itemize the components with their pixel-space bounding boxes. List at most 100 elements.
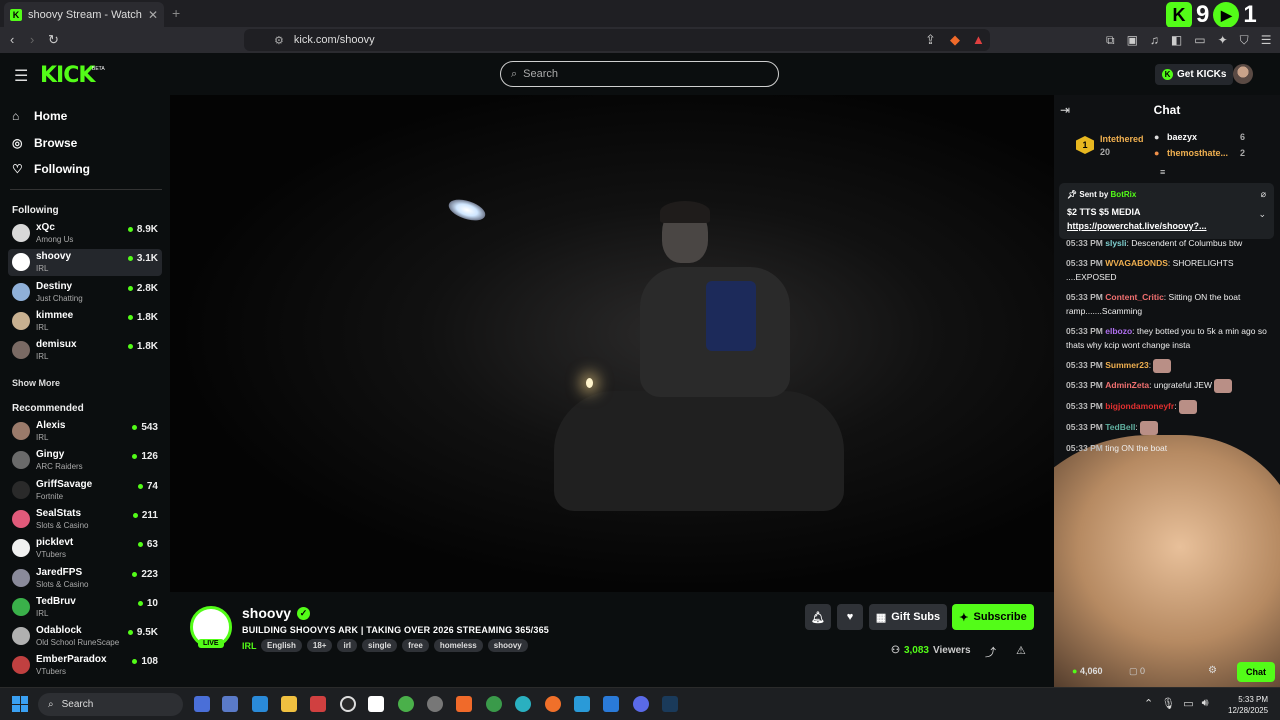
taskbar-app-icon[interactable] bbox=[222, 696, 238, 712]
taskbar-app-icon[interactable] bbox=[427, 696, 443, 712]
taskbar-app-icon[interactable] bbox=[340, 696, 356, 712]
firefox-icon[interactable] bbox=[545, 696, 561, 712]
pinned-message-link[interactable]: https://powerchat.live/shoovy?... bbox=[1067, 221, 1207, 231]
stream-tag[interactable]: 18+ bbox=[306, 639, 333, 652]
forward-icon[interactable]: › bbox=[30, 32, 34, 47]
tab-close-button[interactable]: ✕ bbox=[148, 8, 158, 22]
taskbar-app-icon[interactable] bbox=[310, 696, 326, 712]
reload-icon[interactable]: ↻ bbox=[48, 32, 59, 48]
sidebar-channel-jaredfps[interactable]: JaredFPS Slots & Casino 223 bbox=[8, 565, 162, 592]
stream-tag[interactable]: irl bbox=[337, 639, 358, 652]
sidebar-channel-odablock[interactable]: Odablock Old School RuneScape 9.5K bbox=[8, 623, 162, 650]
capcut-icon[interactable] bbox=[368, 696, 384, 712]
sidebar-channel-tedbruv[interactable]: TedBruv IRL 10 bbox=[8, 594, 162, 621]
nav-browse[interactable]: ◎ Browse bbox=[12, 136, 77, 150]
message-username[interactable]: bigjondamoneyfr bbox=[1105, 401, 1174, 411]
chat-settings-icon[interactable]: ⚙ bbox=[1208, 665, 1217, 676]
volume-icon[interactable]: 🔊︎ bbox=[1202, 697, 1209, 710]
extensions-icon[interactable]: ⧉ bbox=[1106, 33, 1115, 48]
new-tab-button[interactable]: + bbox=[172, 5, 180, 21]
brave-shield-icon[interactable]: ◆ bbox=[950, 32, 960, 48]
gift-balance[interactable]: ▢ 0 bbox=[1129, 666, 1145, 677]
search-input[interactable]: ⌕ Search bbox=[500, 61, 779, 87]
browser-tab[interactable]: K shoovy Stream - Watch Live o ✕ bbox=[4, 2, 164, 27]
report-icon[interactable]: ⚠ bbox=[1016, 644, 1026, 657]
nav-following[interactable]: ♡ Following bbox=[12, 162, 90, 176]
steam-icon[interactable] bbox=[662, 696, 678, 712]
leaderboard-second-name[interactable]: baezyx bbox=[1167, 132, 1197, 142]
message-username[interactable]: Content_Critic bbox=[1105, 292, 1164, 302]
discord-icon[interactable] bbox=[633, 696, 649, 712]
follow-heart-button[interactable]: ♥ bbox=[837, 604, 863, 630]
taskbar-search-input[interactable]: ⌕ Search bbox=[38, 693, 183, 716]
stream-tag[interactable]: shoovy bbox=[487, 639, 528, 652]
leaderboard-first-name[interactable]: Intethered bbox=[1100, 134, 1144, 144]
taskbar-clock[interactable]: 5:33 PM 12/28/2025 bbox=[1228, 694, 1268, 716]
sidebar-channel-xqc[interactable]: xQc Among Us 8.9K bbox=[8, 220, 162, 247]
stream-category-link[interactable]: IRL bbox=[242, 641, 257, 651]
sidebar-channel-destiny[interactable]: Destiny Just Chatting 2.8K bbox=[8, 279, 162, 306]
gift-subs-button[interactable]: ▦ Gift Subs bbox=[869, 604, 947, 630]
sidebar-channel-shoovy[interactable]: shoovy IRL 3.1K bbox=[8, 249, 162, 277]
wallet-icon[interactable]: ▭ bbox=[1194, 33, 1205, 48]
streamer-name[interactable]: shoovy bbox=[242, 605, 291, 621]
kicks-balance[interactable]: ● 4,060 bbox=[1072, 666, 1102, 676]
pinned-message[interactable]: 📌︎ Sent by BotRix ⌀ $2 TTS $5 MEDIA ⌄ ht… bbox=[1059, 183, 1274, 239]
taskbar-app-icon[interactable] bbox=[398, 696, 414, 712]
vpn-icon[interactable]: ⛉ bbox=[1240, 33, 1249, 48]
url-field[interactable]: ⚙ kick.com/shoovy bbox=[244, 29, 990, 51]
show-more-link[interactable]: Show More bbox=[12, 378, 60, 388]
hamburger-menu-icon[interactable]: ☰ bbox=[14, 66, 28, 86]
user-avatar[interactable] bbox=[1233, 64, 1253, 84]
network-icon[interactable]: ▭ bbox=[1183, 697, 1193, 710]
file-explorer-icon[interactable] bbox=[281, 696, 297, 712]
screenshot-icon[interactable]: ▣ bbox=[1127, 33, 1138, 48]
message-username[interactable]: TedBell bbox=[1105, 422, 1135, 432]
sidebar-channel-griffsavage[interactable]: GriffSavage Fortnite 74 bbox=[8, 477, 162, 504]
leo-icon[interactable]: ✦ bbox=[1218, 33, 1228, 48]
unpin-icon[interactable]: ⌀ bbox=[1261, 189, 1266, 200]
back-icon[interactable]: ‹ bbox=[10, 32, 14, 47]
chevron-down-icon[interactable]: ⌄ bbox=[1258, 209, 1266, 220]
taskbar-app-icon[interactable] bbox=[194, 696, 210, 712]
sidebar-channel-demisux[interactable]: demisux IRL 1.8K bbox=[8, 337, 162, 364]
message-username[interactable]: slysli bbox=[1105, 238, 1126, 248]
site-info-icon[interactable]: ⚙ bbox=[274, 34, 284, 47]
stream-tag[interactable]: single bbox=[362, 639, 398, 652]
stream-tag[interactable]: homeless bbox=[433, 639, 483, 652]
leaderboard-expand-icon[interactable]: ≡ bbox=[1160, 167, 1165, 177]
share-page-icon[interactable]: ⇪ bbox=[925, 32, 936, 48]
subscribe-button[interactable]: ✦ Subscribe bbox=[952, 604, 1034, 630]
sidebar-channel-emberparadox[interactable]: EmberParadox VTubers 108 bbox=[8, 652, 162, 679]
sidebar-channel-gingy[interactable]: Gingy ARC Raiders 126 bbox=[8, 447, 162, 474]
message-username[interactable]: elbozo bbox=[1105, 326, 1132, 336]
sidebar-channel-alexis[interactable]: Alexis IRL 543 bbox=[8, 418, 162, 445]
sidebar-channel-picklevt[interactable]: picklevt VTubers 63 bbox=[8, 535, 162, 562]
brave-rewards-icon[interactable]: ▲ bbox=[972, 32, 985, 47]
brave-browser-icon[interactable] bbox=[456, 696, 472, 712]
message-username[interactable]: WVAGABONDS bbox=[1105, 258, 1168, 268]
sidebar-channel-sealstats[interactable]: SealStats Slots & Casino 211 bbox=[8, 506, 162, 533]
pinned-bot-name[interactable]: BotRix bbox=[1111, 190, 1137, 199]
microphone-icon[interactable]: 🎙︎ bbox=[1161, 697, 1175, 710]
taskbar-app-icon[interactable] bbox=[252, 696, 268, 712]
stream-tag[interactable]: free bbox=[402, 639, 429, 652]
music-icon[interactable]: ♫ bbox=[1150, 33, 1159, 48]
taskbar-app-icon[interactable] bbox=[574, 696, 590, 712]
notification-bell-button[interactable]: 🔔︎ bbox=[805, 604, 831, 630]
chrome-icon[interactable] bbox=[486, 696, 502, 712]
stream-tag[interactable]: English bbox=[261, 639, 302, 652]
kick-logo[interactable]: KICK bbox=[40, 63, 95, 88]
leaderboard-third-name[interactable]: themosthate... bbox=[1167, 148, 1228, 158]
menu-icon[interactable]: ☰ bbox=[1261, 33, 1272, 48]
sidebar-channel-kimmee[interactable]: kimmee IRL 1.8K bbox=[8, 308, 162, 335]
share-icon[interactable]: ⤴ bbox=[985, 644, 996, 660]
nav-home[interactable]: ⌂ Home bbox=[12, 109, 67, 123]
chat-send-button[interactable]: Chat bbox=[1237, 662, 1275, 682]
chevron-up-icon[interactable]: ⌃ bbox=[1144, 697, 1153, 710]
message-username[interactable]: AdminZeta bbox=[1105, 380, 1149, 390]
edge-icon[interactable] bbox=[515, 696, 531, 712]
message-username[interactable]: Summer23 bbox=[1105, 360, 1148, 370]
windows-start-icon[interactable] bbox=[12, 696, 28, 712]
video-player[interactable] bbox=[170, 95, 1054, 592]
